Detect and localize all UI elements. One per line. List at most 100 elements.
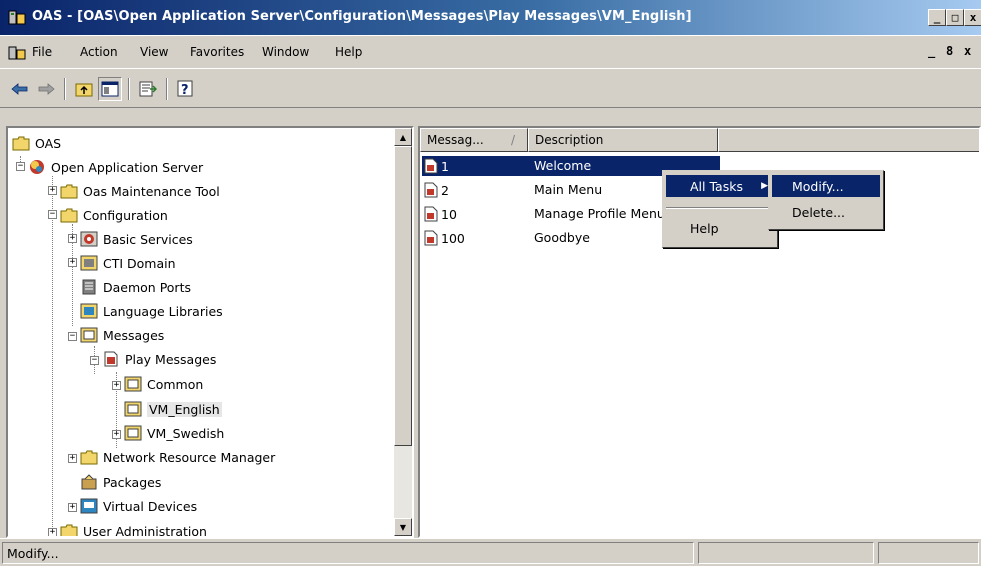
tree-item-configuration[interactable]: Configuration: [60, 204, 168, 226]
back-button[interactable]: [8, 77, 32, 101]
title-bar: OAS - [OAS\Open Application Server\Confi…: [0, 0, 981, 36]
scroll-thumb[interactable]: [394, 146, 412, 446]
scroll-down-button[interactable]: ▼: [394, 518, 412, 536]
tree-item-daemon-ports[interactable]: Daemon Ports: [80, 276, 191, 298]
minimize-button[interactable]: _: [928, 9, 946, 26]
menu-item-label: Modify...: [792, 178, 844, 194]
maximize-button[interactable]: □: [946, 9, 964, 26]
show-hide-tree-icon: [101, 81, 119, 97]
folder-icon: [80, 450, 98, 465]
app-icon: [8, 10, 26, 25]
toolbar-separator: [166, 78, 168, 100]
message-set-icon: [124, 425, 142, 441]
message-id: 100: [441, 230, 465, 246]
tree-item-cti-domain[interactable]: CTI Domain: [80, 252, 176, 274]
tree-item-label: OAS: [35, 135, 62, 151]
column-header-description[interactable]: Description: [528, 128, 718, 152]
expand-collapse-toggle[interactable]: +: [48, 186, 57, 195]
up-level-button[interactable]: [72, 77, 96, 101]
tree-item-oas-maintenance-tool[interactable]: Oas Maintenance Tool: [60, 180, 220, 202]
tree-item-open-application-server[interactable]: Open Application Server: [28, 156, 203, 178]
window-title: OAS - [OAS\Open Application Server\Confi…: [32, 9, 692, 24]
expand-collapse-toggle[interactable]: +: [68, 234, 77, 243]
menu-help[interactable]: Help: [335, 45, 362, 59]
message-set-icon: [124, 401, 142, 417]
tree-item-common[interactable]: Common: [124, 373, 203, 395]
expand-collapse-toggle[interactable]: +: [112, 430, 121, 439]
message-file-icon: [424, 230, 438, 246]
tree-item-basic-services[interactable]: Basic Services: [80, 228, 193, 250]
message-description: Goodbye: [534, 230, 590, 245]
folder-icon: [60, 524, 78, 536]
expand-collapse-toggle[interactable]: −: [16, 162, 25, 171]
export-list-icon: [139, 81, 157, 97]
help-icon: ?: [177, 80, 193, 98]
tree-item-language-libraries[interactable]: Language Libraries: [80, 300, 223, 322]
show-hide-tree-button[interactable]: [98, 77, 122, 101]
tree-item-messages[interactable]: Messages: [80, 324, 164, 346]
column-header-message[interactable]: Messag... /: [420, 128, 528, 152]
expand-collapse-toggle[interactable]: +: [112, 381, 121, 390]
export-list-button[interactable]: [136, 77, 160, 101]
tree-item-label: Daemon Ports: [103, 279, 191, 295]
tree-item-play-messages[interactable]: Play Messages: [102, 348, 216, 370]
menu-window[interactable]: Window: [262, 45, 309, 59]
expand-collapse-toggle[interactable]: −: [48, 210, 57, 219]
work-area: − + − + + − − + + + + + OAS Open Applica…: [0, 108, 981, 538]
tree-item-user-administration[interactable]: User Administration: [60, 520, 207, 538]
tree-item-label: VM_English: [147, 401, 222, 417]
message-file-icon: [424, 182, 438, 198]
message-id: 2: [441, 182, 449, 198]
messages-icon: [80, 327, 98, 343]
expand-collapse-toggle[interactable]: +: [68, 258, 77, 267]
tree-item-packages[interactable]: Packages: [80, 471, 161, 493]
message-set-icon: [124, 376, 142, 392]
close-button[interactable]: x: [964, 9, 981, 26]
menu-item-delete[interactable]: Delete...: [772, 201, 880, 223]
packages-icon: [81, 474, 97, 490]
column-header-label: Description: [535, 133, 604, 147]
expand-collapse-toggle[interactable]: +: [68, 503, 77, 512]
tree-item-label: Common: [147, 376, 204, 392]
mdi-close-button[interactable]: x: [964, 44, 971, 58]
tree-item-oas[interactable]: OAS: [12, 132, 61, 154]
menu-item-help[interactable]: Help: [666, 217, 774, 239]
help-button[interactable]: ?: [174, 77, 198, 101]
server-icon: [30, 160, 44, 174]
tree-item-label: Basic Services: [103, 231, 193, 247]
expand-collapse-toggle[interactable]: +: [68, 454, 77, 463]
tree-scrollbar[interactable]: ▲ ▼: [394, 128, 412, 536]
domain-icon: [80, 255, 98, 271]
menu-favorites[interactable]: Favorites: [190, 45, 244, 59]
menu-item-all-tasks[interactable]: All Tasks ▶: [666, 175, 774, 197]
message-id: 10: [441, 206, 457, 222]
back-icon: [11, 83, 28, 95]
tree-item-label: User Administration: [83, 523, 207, 538]
toolbar-separator: [64, 78, 66, 100]
expand-collapse-toggle[interactable]: −: [90, 356, 99, 365]
mdi-restore-button[interactable]: 8: [946, 44, 953, 58]
mdi-minimize-button[interactable]: _: [928, 44, 935, 58]
tree-item-virtual-devices[interactable]: Virtual Devices: [80, 495, 197, 517]
expand-collapse-toggle[interactable]: +: [48, 528, 57, 536]
menu-file[interactable]: File: [32, 45, 52, 59]
tree-item-label: VM_Swedish: [147, 425, 225, 441]
menu-item-label: Help: [690, 220, 719, 236]
menu-item-modify[interactable]: Modify...: [772, 175, 880, 197]
tree-item-vm-swedish[interactable]: VM_Swedish: [124, 422, 224, 444]
forward-button[interactable]: [34, 77, 58, 101]
column-header-label: Messag...: [427, 133, 484, 147]
tree-item-vm-english[interactable]: VM_English: [124, 398, 222, 420]
folder-open-icon: [60, 208, 78, 223]
tree-item-label: Network Resource Manager: [103, 449, 276, 465]
tree-item-network-resource-manager[interactable]: Network Resource Manager: [80, 446, 275, 468]
message-file-icon: [424, 158, 438, 174]
expand-collapse-toggle[interactable]: −: [68, 332, 77, 341]
scroll-up-button[interactable]: ▲: [394, 128, 412, 146]
forward-icon: [38, 83, 55, 95]
menu-item-label: Delete...: [792, 204, 845, 220]
menu-separator: [666, 207, 774, 209]
svg-text:?: ?: [181, 83, 189, 98]
menu-action[interactable]: Action: [80, 45, 118, 59]
menu-view[interactable]: View: [140, 45, 168, 59]
